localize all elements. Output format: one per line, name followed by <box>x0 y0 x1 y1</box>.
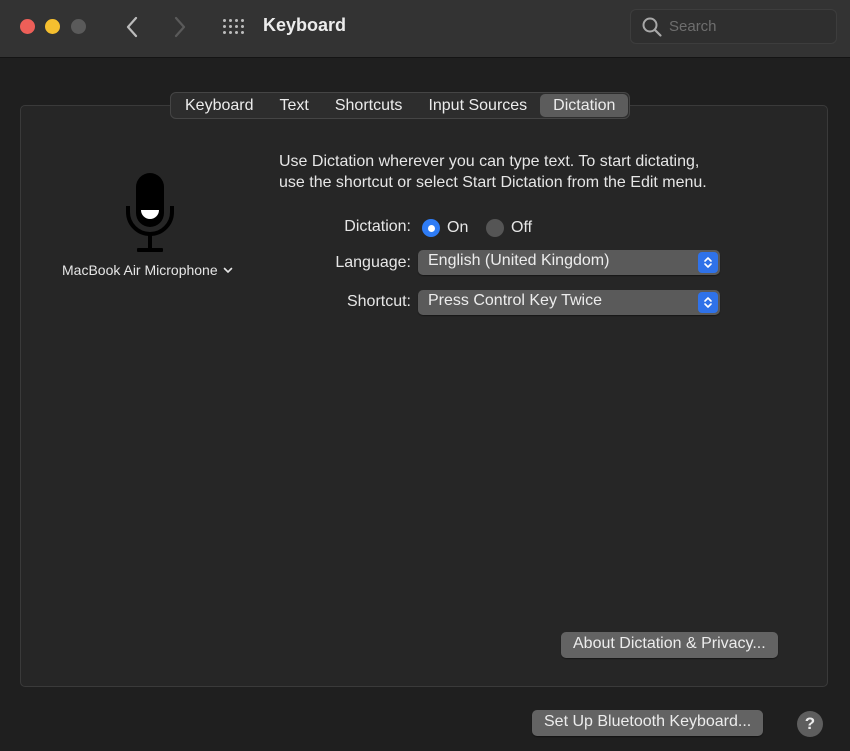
chevron-left-icon <box>126 16 138 38</box>
about-dictation-privacy-button[interactable]: About Dictation & Privacy... <box>561 632 778 658</box>
dictation-label: Dictation: <box>344 218 411 235</box>
on-label: On <box>447 219 469 236</box>
language-label: Language: <box>335 254 411 271</box>
show-all-grid-icon[interactable] <box>220 15 246 37</box>
tab-text[interactable]: Text <box>267 94 322 117</box>
dictation-description: Use Dictation wherever you can type text… <box>279 151 769 193</box>
language-value: English (United Kingdom) <box>428 252 610 269</box>
microphone-source-select[interactable]: MacBook Air Microphone <box>62 262 233 278</box>
minimize-window-button[interactable] <box>45 19 60 34</box>
shortcut-value: Press Control Key Twice <box>428 292 602 309</box>
search-icon <box>642 17 662 37</box>
tab-shortcuts[interactable]: Shortcuts <box>322 94 416 117</box>
title-bar: Keyboard <box>0 0 850 58</box>
dictation-off-radio[interactable]: Off <box>486 219 532 237</box>
microphone-source-label: MacBook Air Microphone <box>62 262 218 278</box>
microphone-icon <box>126 173 174 252</box>
updown-chevron-icon <box>698 292 718 313</box>
setup-bluetooth-keyboard-button[interactable]: Set Up Bluetooth Keyboard... <box>532 710 764 736</box>
tab-bar: Keyboard Text Shortcuts Input Sources Di… <box>170 92 631 119</box>
off-label: Off <box>511 219 533 236</box>
back-button[interactable] <box>120 12 144 42</box>
help-button[interactable]: ? <box>797 711 823 737</box>
radio-selected-icon <box>422 219 440 237</box>
tab-dictation[interactable]: Dictation <box>540 94 629 117</box>
chevron-down-icon <box>223 267 232 273</box>
description-line-2: use the shortcut or select Start Dictati… <box>279 174 707 191</box>
radio-unselected-icon <box>486 219 504 237</box>
shortcut-label: Shortcut: <box>346 293 411 310</box>
forward-button[interactable] <box>168 12 192 42</box>
search-input[interactable] <box>669 18 819 35</box>
search-field[interactable] <box>630 9 837 44</box>
zoom-window-button[interactable] <box>71 19 86 34</box>
updown-chevron-icon <box>698 252 718 273</box>
tab-input-sources[interactable]: Input Sources <box>415 94 540 117</box>
close-window-button[interactable] <box>20 19 35 34</box>
language-select[interactable]: English (United Kingdom) <box>418 250 720 275</box>
dictation-on-radio[interactable]: On <box>422 219 468 237</box>
shortcut-select[interactable]: Press Control Key Twice <box>418 290 720 315</box>
tab-keyboard[interactable]: Keyboard <box>172 94 267 117</box>
window-title: Keyboard <box>263 15 347 35</box>
chevron-right-icon <box>174 16 186 38</box>
description-line-1: Use Dictation wherever you can type text… <box>279 153 700 170</box>
